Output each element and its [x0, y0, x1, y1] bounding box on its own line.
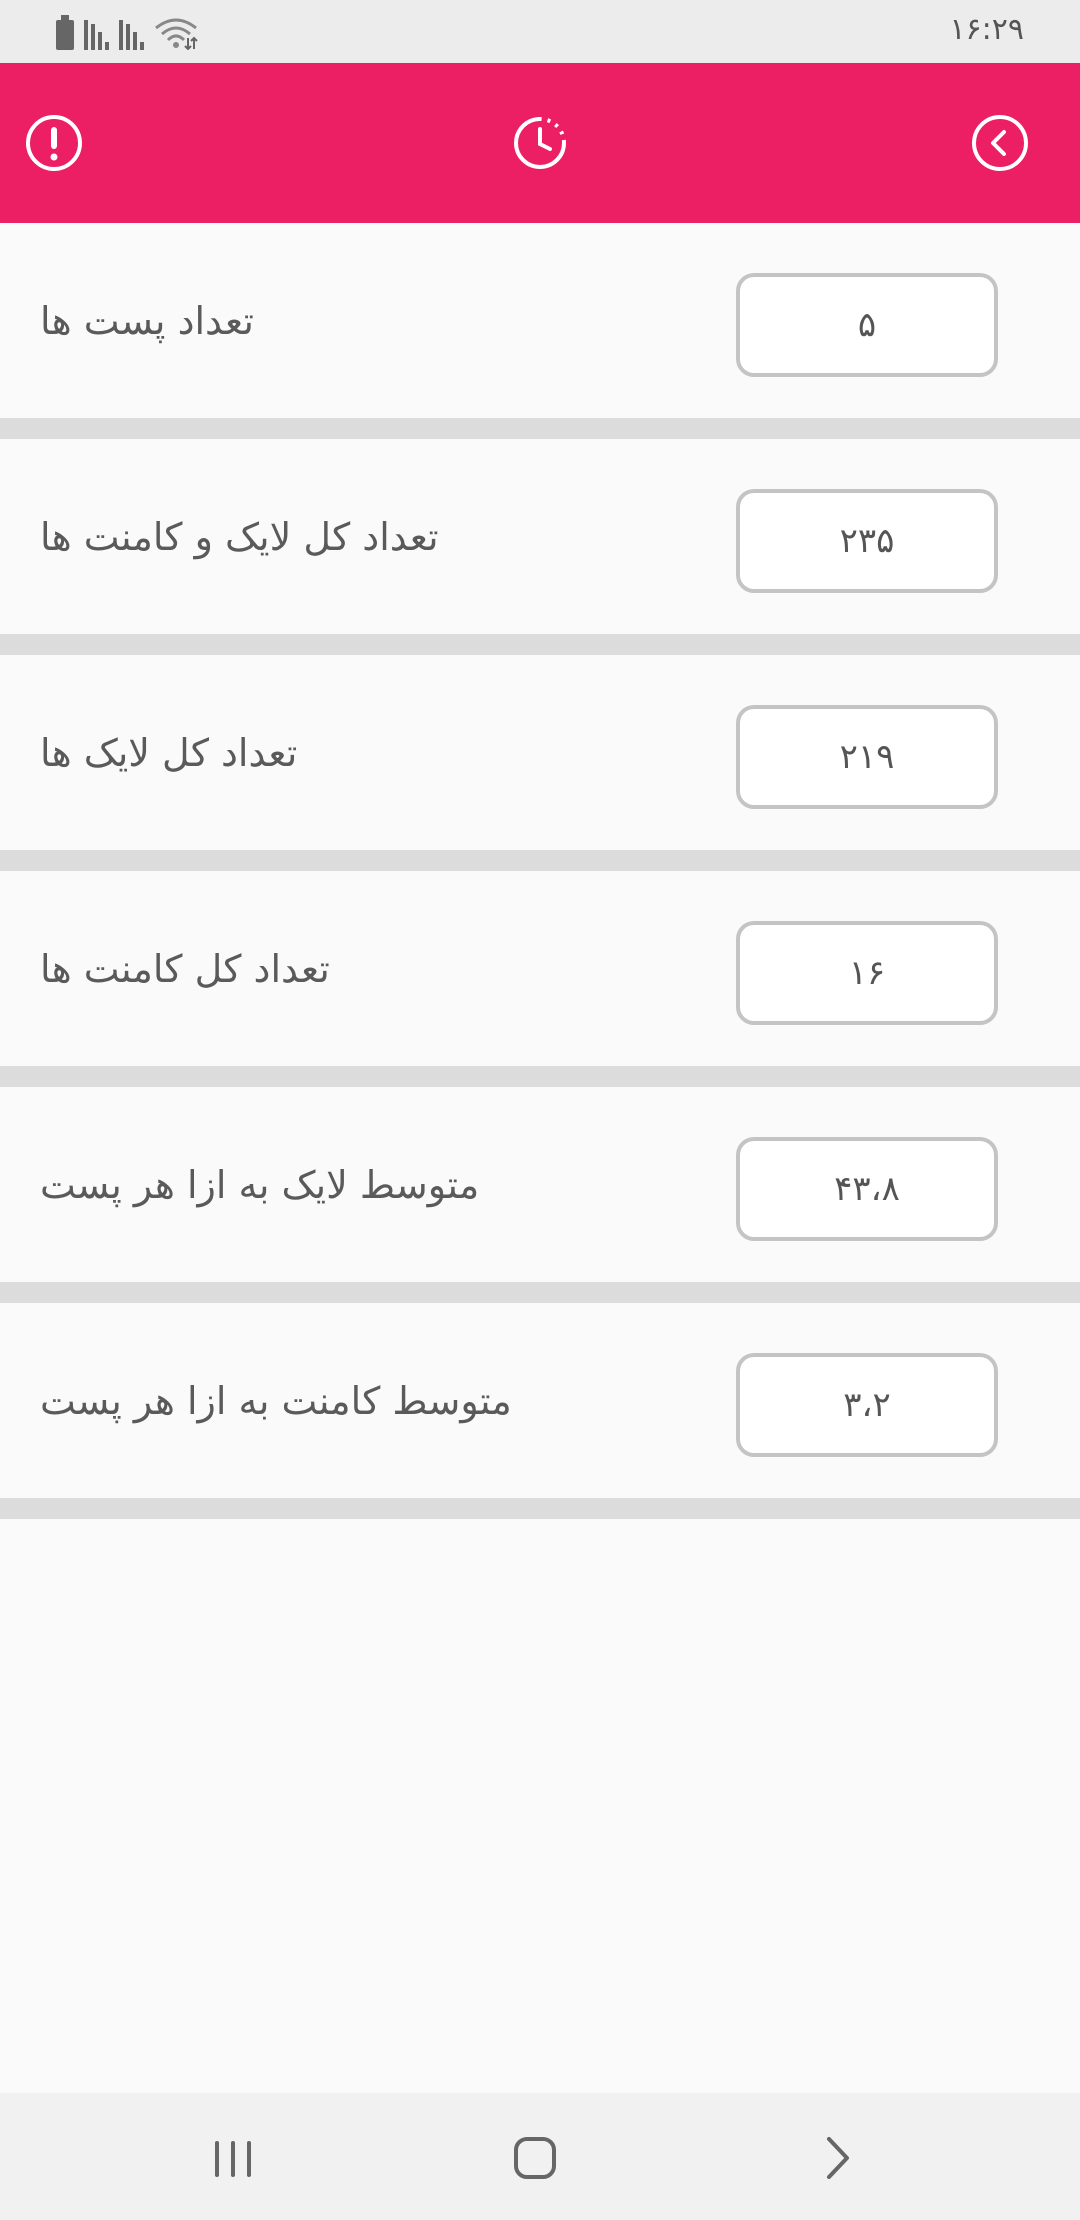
- app-bar: [0, 63, 1080, 223]
- info-button[interactable]: [24, 113, 84, 173]
- status-time: ۱۶:۲۹: [949, 12, 1024, 47]
- signal-icon-1: [84, 20, 109, 50]
- history-button[interactable]: [510, 113, 570, 173]
- stat-value-field: ۳،۲: [736, 1353, 998, 1457]
- signal-icon-2: [119, 20, 144, 50]
- stats-list: تعداد پست ها ۵ تعداد کل لایک و کامنت ها …: [0, 223, 1080, 1519]
- stat-label: تعداد کل لایک ها: [40, 730, 298, 775]
- stat-row-avg-likes: متوسط لایک به ازا هر پست ۴۳،۸: [0, 1087, 1080, 1282]
- back-nav-icon: [827, 2137, 849, 2179]
- divider: [0, 1066, 1080, 1087]
- back-nav-button[interactable]: [802, 2123, 872, 2193]
- wifi-icon: [155, 18, 198, 50]
- info-icon: [26, 115, 82, 171]
- status-bar: ۱۶:۲۹: [0, 0, 1080, 63]
- home-button[interactable]: [500, 2123, 570, 2193]
- stat-value-field: ۲۱۹: [736, 705, 998, 809]
- back-button[interactable]: [970, 113, 1030, 173]
- stat-row-total-comments: تعداد کل کامنت ها ۱۶: [0, 871, 1080, 1066]
- stat-row-total-likes: تعداد کل لایک ها ۲۱۹: [0, 655, 1080, 850]
- divider: [0, 1498, 1080, 1519]
- home-icon: [514, 2137, 556, 2179]
- stat-value-field: ۲۳۵: [736, 489, 998, 593]
- history-icon: [514, 117, 566, 169]
- battery-icon: [56, 15, 74, 50]
- stat-label: تعداد کل لایک و کامنت ها: [40, 514, 439, 559]
- divider: [0, 418, 1080, 439]
- recent-apps-button[interactable]: [198, 2123, 268, 2193]
- system-nav-bar: [0, 2093, 1080, 2220]
- stat-row-total-likes-comments: تعداد کل لایک و کامنت ها ۲۳۵: [0, 439, 1080, 634]
- stat-label: متوسط لایک به ازا هر پست: [40, 1162, 480, 1207]
- stat-value-field: ۵: [736, 273, 998, 377]
- recent-apps-icon: [215, 2141, 251, 2177]
- divider: [0, 1282, 1080, 1303]
- back-icon: [972, 115, 1028, 171]
- divider: [0, 634, 1080, 655]
- stat-row-posts: تعداد پست ها ۵: [0, 223, 1080, 418]
- stat-value-field: ۱۶: [736, 921, 998, 1025]
- stat-label: تعداد کل کامنت ها: [40, 946, 330, 991]
- stat-label: متوسط کامنت به ازا هر پست: [40, 1378, 512, 1423]
- status-icons: [56, 14, 198, 50]
- stat-row-avg-comments: متوسط کامنت به ازا هر پست ۳،۲: [0, 1303, 1080, 1498]
- stat-label: تعداد پست ها: [40, 298, 254, 343]
- divider: [0, 850, 1080, 871]
- stat-value-field: ۴۳،۸: [736, 1137, 998, 1241]
